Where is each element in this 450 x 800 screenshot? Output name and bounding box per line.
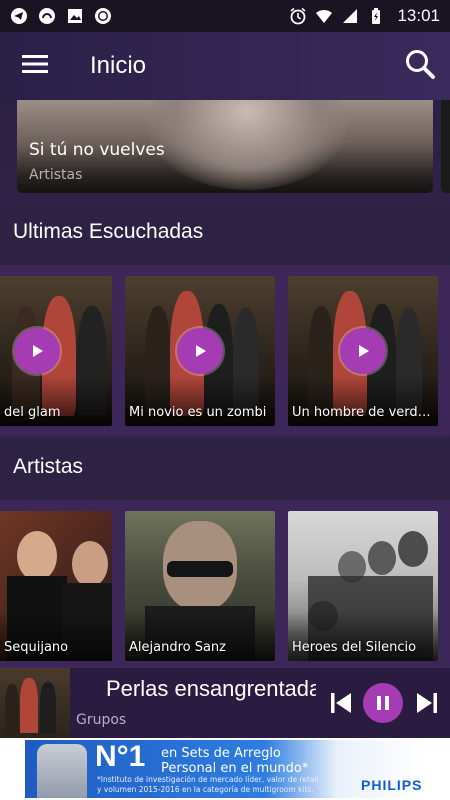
next-button[interactable]	[406, 682, 448, 724]
headset-icon	[38, 7, 56, 25]
telegram-icon	[10, 7, 28, 25]
recent-item-label: del glam	[4, 405, 61, 420]
play-icon	[359, 345, 369, 357]
ad-fine-print-1: *Instituto de investigación de mercado l…	[97, 775, 319, 784]
ad-creative[interactable]: N°1 en Sets de Arreglo Personal en el mu…	[25, 740, 425, 798]
artist-item-1[interactable]: Sequijano	[0, 511, 112, 661]
featured-title: Si tú no vuelves	[29, 140, 165, 160]
next-featured-card[interactable]	[441, 100, 450, 193]
clock: 13:01	[397, 6, 440, 25]
ad-headline: N°1	[95, 740, 146, 773]
shaver-image	[37, 744, 87, 798]
pause-icon	[377, 696, 389, 710]
now-playing-subtitle: Grupos	[76, 712, 127, 728]
play-icon	[196, 345, 206, 357]
ad-line-2: Personal en el mundo*	[161, 761, 309, 776]
pause-button[interactable]	[363, 683, 403, 723]
artists-section-title: Artistas	[13, 455, 84, 478]
artist-label: Heroes del Silencio	[292, 640, 417, 655]
search-button[interactable]	[390, 32, 450, 100]
ad-banner[interactable]: N°1 en Sets de Arreglo Personal en el mu…	[0, 738, 450, 800]
now-playing-artwork[interactable]	[0, 668, 70, 738]
recent-item-2[interactable]: Mi novio es un zombi	[125, 276, 275, 426]
now-playing-info[interactable]: Perlas ensangrentadas Grupos	[76, 668, 316, 738]
artist-item-3[interactable]: Heroes del Silencio	[288, 511, 438, 661]
play-button[interactable]	[14, 328, 60, 374]
featured-subtitle: Artistas	[29, 167, 83, 183]
featured-artist-card[interactable]: Si tú no vuelves Artistas	[17, 100, 433, 193]
ad-fine-print-2: y volumen 2015-2016 en la categoría de m…	[97, 785, 314, 794]
search-icon	[404, 48, 436, 84]
mini-player[interactable]: Perlas ensangrentadas Grupos	[0, 668, 450, 738]
ad-line-1: en Sets de Arreglo	[161, 746, 281, 761]
skip-next-icon	[417, 693, 437, 713]
menu-icon	[22, 54, 48, 78]
battery-icon	[367, 7, 385, 25]
image-icon	[66, 7, 84, 25]
status-bar: 13:01	[0, 0, 450, 32]
record-icon	[94, 7, 112, 25]
wifi-icon	[315, 7, 333, 25]
signal-icon	[341, 7, 359, 25]
recent-item-3[interactable]: Un hombre de verdad	[288, 276, 438, 426]
artist-photo	[147, 100, 347, 190]
alarm-icon	[289, 7, 307, 25]
recent-item-label: Un hombre de verdad	[292, 405, 432, 420]
artist-item-2[interactable]: Alejandro Sanz	[125, 511, 275, 661]
menu-button[interactable]	[0, 32, 70, 100]
previous-button[interactable]	[320, 682, 362, 724]
recent-item-1[interactable]: del glam	[0, 276, 112, 426]
play-button[interactable]	[177, 328, 223, 374]
recent-section-title: Ultimas Escuchadas	[13, 220, 204, 243]
ad-brand: PHILIPS	[361, 777, 423, 793]
artist-label: Sequijano	[4, 640, 69, 655]
skip-previous-icon	[331, 693, 351, 713]
artist-label: Alejandro Sanz	[129, 640, 226, 655]
home-feed[interactable]: Si tú no vuelves Artistas Ultimas Escuch…	[0, 100, 450, 668]
recent-item-label: Mi novio es un zombi	[129, 405, 267, 420]
play-icon	[33, 345, 43, 357]
app-bar: Inicio	[0, 32, 450, 100]
page-title: Inicio	[90, 52, 147, 79]
play-button[interactable]	[340, 328, 386, 374]
now-playing-title: Perlas ensangrentadas	[106, 676, 316, 701]
